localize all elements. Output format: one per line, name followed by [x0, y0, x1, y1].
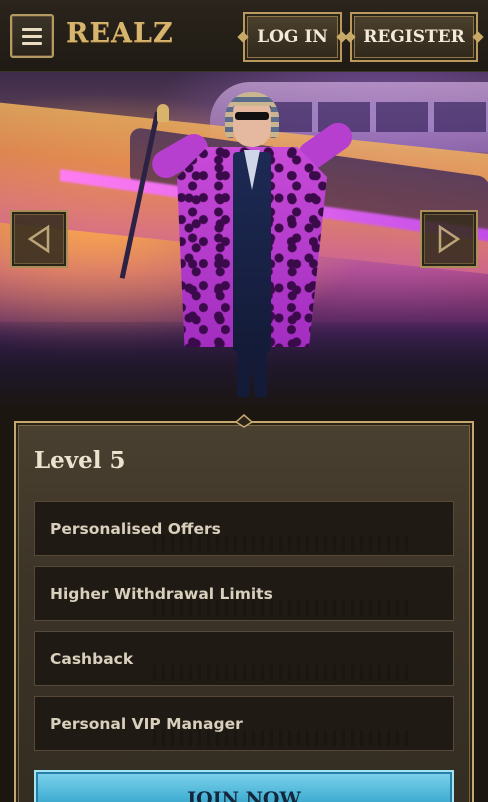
benefit-texture — [153, 665, 413, 681]
legs — [237, 342, 267, 397]
card-ornament-icon — [232, 414, 256, 428]
benefit-item: Cashback — [34, 631, 454, 686]
benefit-label: Cashback — [50, 649, 134, 668]
hamburger-bar — [22, 27, 42, 31]
benefit-item: Personalised Offers — [34, 501, 454, 556]
carousel-next-button[interactable] — [420, 210, 478, 268]
register-button[interactable]: REGISTER — [350, 12, 478, 62]
benefit-item: Higher Withdrawal Limits — [34, 566, 454, 621]
top-header: REALZ LOG IN REGISTER — [0, 0, 488, 72]
benefit-item: Personal VIP Manager — [34, 696, 454, 751]
benefit-texture — [153, 730, 413, 746]
hero-banner — [0, 72, 488, 410]
benefit-texture — [153, 600, 413, 616]
logo-text: REALZ — [66, 18, 174, 49]
triangle-left-icon — [27, 224, 50, 254]
realz-logo[interactable]: REALZ — [66, 18, 178, 54]
hamburger-menu-button[interactable] — [10, 14, 54, 58]
benefit-texture — [153, 535, 413, 551]
vip-character-illustration — [119, 92, 358, 397]
sunglasses — [235, 112, 269, 120]
hamburger-bar — [22, 34, 42, 38]
level-title: Level 5 — [34, 447, 126, 474]
staff-top — [157, 104, 169, 122]
triangle-right-icon — [438, 224, 461, 254]
join-now-button[interactable]: JOIN NOW — [34, 770, 454, 802]
login-button[interactable]: LOG IN — [243, 12, 342, 62]
hamburger-bar — [22, 41, 42, 45]
carousel-prev-button[interactable] — [10, 210, 68, 268]
